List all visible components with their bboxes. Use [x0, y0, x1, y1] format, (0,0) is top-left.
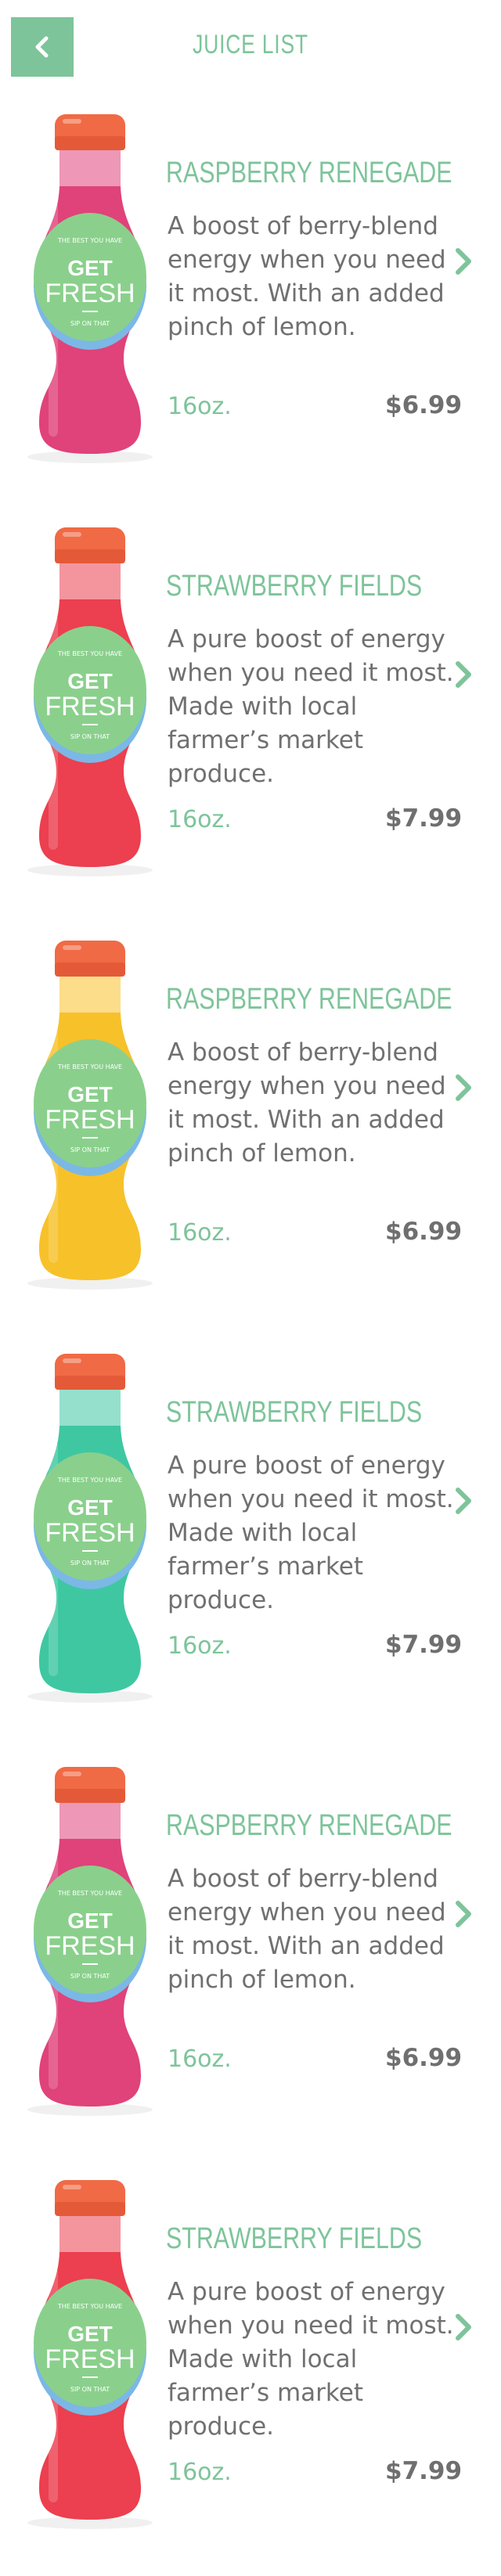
- bottle-label-bottom-text: SIP ON THAT: [70, 320, 110, 327]
- bottle-label-line1: GET: [67, 1082, 113, 1106]
- bottle-label-top-text: THE BEST YOU HAVE: [57, 1477, 122, 1484]
- juice-size: 16oz.: [168, 1632, 232, 1660]
- juice-name: RASPBERRY RENEGADE: [166, 1809, 452, 1842]
- bottle-label-bottom-text: SIP ON THAT: [70, 1973, 110, 1980]
- bottle-label-bottom-text: SIP ON THAT: [70, 733, 110, 740]
- chevron-right-icon[interactable]: [452, 1485, 474, 1516]
- juice-size: 16oz.: [168, 2045, 232, 2073]
- juice-description: A boost of berry-blend energy when you n…: [168, 1865, 446, 1994]
- juice-list-item[interactable]: THE BEST YOU HAVE GET FRESH SIP ON THAT …: [0, 1335, 501, 1750]
- juice-size: 16oz.: [168, 1219, 232, 1247]
- bottle-label-line2: FRESH: [45, 1931, 135, 1961]
- juice-price: $7.99: [385, 2457, 463, 2485]
- chevron-right-icon[interactable]: [452, 1072, 474, 1103]
- juice-price: $7.99: [385, 804, 463, 833]
- juice-description: A pure boost of energy when you need it …: [168, 1452, 454, 1614]
- juice-list-item[interactable]: THE BEST YOU HAVE GET FRESH SIP ON THAT …: [0, 95, 501, 510]
- bottle-label-line2: FRESH: [45, 1518, 135, 1548]
- bottle-label-top-text: THE BEST YOU HAVE: [57, 237, 122, 244]
- juice-size: 16oz.: [168, 2459, 232, 2486]
- chevron-right-icon[interactable]: [452, 1898, 474, 1930]
- juice-description: A pure boost of energy when you need it …: [168, 2278, 454, 2441]
- juice-price: $7.99: [385, 1631, 463, 1659]
- juice-name: STRAWBERRY FIELDS: [166, 2222, 423, 2255]
- bottle-label-top-text: THE BEST YOU HAVE: [57, 1063, 122, 1070]
- bottle-label-line2: FRESH: [45, 279, 135, 308]
- bottle-label-line1: GET: [67, 256, 113, 280]
- app-header: JUICE LIST: [0, 0, 501, 94]
- bottle-label-top-text: THE BEST YOU HAVE: [57, 1890, 122, 1897]
- juice-price: $6.99: [385, 2044, 463, 2072]
- chevron-left-icon: [35, 36, 49, 58]
- page-title: JUICE LIST: [193, 30, 308, 59]
- chevron-right-icon[interactable]: [452, 2312, 474, 2343]
- bottle-label-top-text: THE BEST YOU HAVE: [57, 2303, 122, 2310]
- juice-name: STRAWBERRY FIELDS: [166, 570, 423, 603]
- juice-list-item[interactable]: THE BEST YOU HAVE GET FRESH SIP ON THAT …: [0, 2161, 501, 2576]
- bottle-label-line1: GET: [67, 1909, 113, 1933]
- bottle-label-bottom-text: SIP ON THAT: [70, 2386, 110, 2393]
- juice-list-item[interactable]: THE BEST YOU HAVE GET FRESH SIP ON THAT …: [0, 509, 501, 923]
- bottle-label-line1: GET: [67, 2322, 113, 2346]
- bottle-label-line2: FRESH: [45, 1105, 135, 1135]
- juice-list-item[interactable]: THE BEST YOU HAVE GET FRESH SIP ON THAT …: [0, 1748, 501, 2163]
- juice-price: $6.99: [385, 391, 463, 419]
- bottle-label-line1: GET: [67, 669, 113, 693]
- chevron-right-icon[interactable]: [452, 659, 474, 690]
- bottle-label-bottom-text: SIP ON THAT: [70, 1146, 110, 1153]
- bottle-label-bottom-text: SIP ON THAT: [70, 1560, 110, 1567]
- juice-size: 16oz.: [168, 393, 232, 420]
- juice-bottle-image: THE BEST YOU HAVE GET FRESH SIP ON THAT: [27, 527, 153, 876]
- juice-name: RASPBERRY RENEGADE: [166, 983, 452, 1016]
- bottle-label-line1: GET: [67, 1495, 113, 1520]
- juice-price: $6.99: [385, 1218, 463, 1246]
- juice-size: 16oz.: [168, 806, 232, 833]
- juice-bottle-image: THE BEST YOU HAVE GET FRESH SIP ON THAT: [27, 941, 153, 1290]
- juice-bottle-image: THE BEST YOU HAVE GET FRESH SIP ON THAT: [27, 1767, 153, 2116]
- juice-bottle-image: THE BEST YOU HAVE GET FRESH SIP ON THAT: [27, 114, 153, 463]
- juice-description: A boost of berry-blend energy when you n…: [168, 1038, 446, 1167]
- juice-description: A boost of berry-blend energy when you n…: [168, 212, 446, 341]
- bottle-label-line2: FRESH: [45, 692, 135, 721]
- juice-list-item[interactable]: THE BEST YOU HAVE GET FRESH SIP ON THAT …: [0, 922, 501, 1337]
- chevron-right-icon[interactable]: [452, 246, 474, 277]
- juice-name: RASPBERRY RENEGADE: [166, 157, 452, 189]
- bottle-label-top-text: THE BEST YOU HAVE: [57, 650, 122, 657]
- bottle-label-line2: FRESH: [45, 2344, 135, 2374]
- juice-description: A pure boost of energy when you need it …: [168, 625, 454, 788]
- juice-bottle-image: THE BEST YOU HAVE GET FRESH SIP ON THAT: [27, 1354, 153, 1703]
- juice-name: STRAWBERRY FIELDS: [166, 1396, 423, 1429]
- juice-bottle-image: THE BEST YOU HAVE GET FRESH SIP ON THAT: [27, 2180, 153, 2529]
